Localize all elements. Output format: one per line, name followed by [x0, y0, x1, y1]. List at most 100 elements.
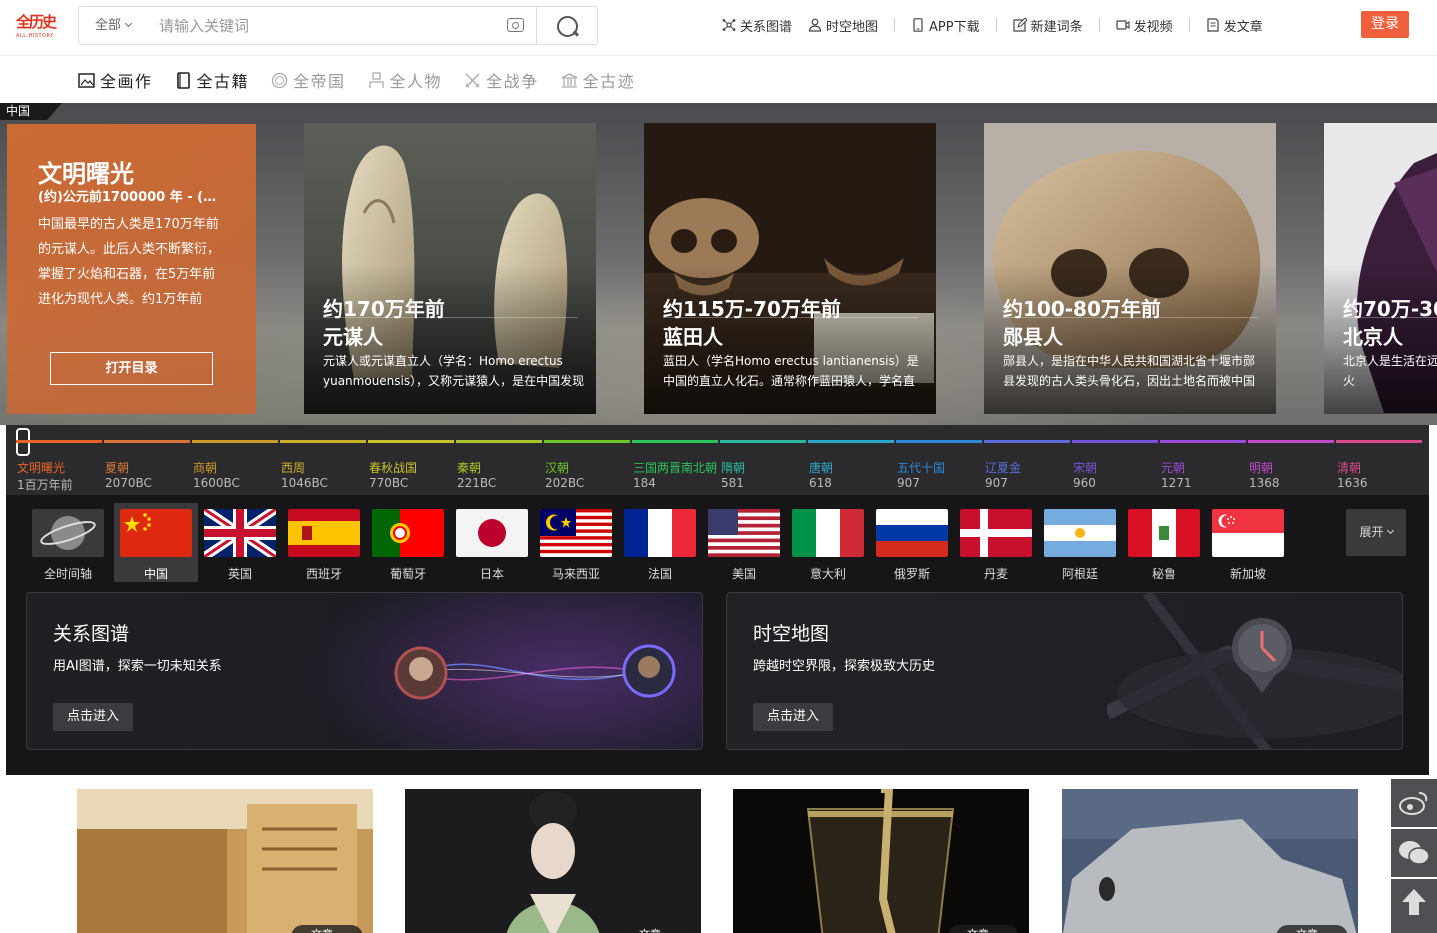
logo-text: 全历史	[16, 13, 57, 31]
map-person-icon	[808, 18, 822, 32]
nav-post-video[interactable]: 发视频	[1116, 16, 1173, 35]
share-weibo-button[interactable]	[1391, 779, 1437, 827]
timeline-segment	[456, 440, 542, 443]
timeline-segment	[632, 440, 718, 443]
country-usa[interactable]: 美国	[702, 503, 786, 582]
country-russia[interactable]: 俄罗斯	[870, 503, 954, 582]
category-monuments[interactable]: 全古迹	[561, 68, 636, 92]
timeline-dynasty-name[interactable]: 宋朝	[1073, 459, 1097, 476]
share-wechat-button[interactable]	[1391, 829, 1437, 877]
timeline-dynasty-name[interactable]: 西周	[281, 459, 305, 476]
timeline-dynasty-year: 2070BC	[105, 476, 152, 490]
timeline-dynasty-name[interactable]: 秦朝	[457, 459, 481, 476]
era-card-lantian[interactable]: 约115万-70万年前 蓝田人 蓝田人（学名Homo erectus lanti…	[644, 123, 936, 414]
era-card-yuanmou[interactable]: 约170万年前 元谋人 元谋人或元谋直立人（学名：Homo erectus yu…	[304, 123, 596, 414]
category-label: 全古迹	[582, 72, 636, 91]
nav-post-article[interactable]: 发文章	[1206, 16, 1263, 35]
timeline-dynasty-name[interactable]: 隋朝	[721, 459, 745, 476]
timeline-segment	[16, 440, 102, 443]
country-spain[interactable]: 西班牙	[282, 503, 366, 582]
timeline-dynasty-name[interactable]: 唐朝	[809, 459, 833, 476]
country-argentina[interactable]: 阿根廷	[1038, 503, 1122, 582]
timeline-dynasty-year: 618	[809, 476, 832, 490]
category-label: 全画作	[100, 72, 153, 91]
search-input[interactable]	[159, 13, 489, 38]
timeline-segment	[1336, 440, 1422, 443]
flag-japan-icon	[456, 509, 528, 557]
country-name: 新加坡	[1229, 567, 1266, 581]
era-card-peking[interactable]: 约70万-30万年前 北京人 北京人是生活在远古时代的直立人，会使用天然火	[1324, 123, 1437, 414]
back-to-top-button[interactable]	[1391, 879, 1437, 933]
search-scope-select[interactable]: 全部	[95, 7, 133, 44]
timeline-segment	[368, 440, 454, 443]
back-to-top-icon	[1402, 889, 1426, 915]
card-name: 郧县人	[1003, 325, 1063, 349]
timeline-segment	[1160, 440, 1246, 443]
timeline-dynasty-name[interactable]: 文明曙光	[17, 459, 65, 476]
country-japan[interactable]: 日本	[450, 503, 534, 582]
category-wars[interactable]: 全战争	[464, 68, 539, 92]
category-people[interactable]: 全人物	[368, 68, 443, 92]
timeline-dynasty-name[interactable]: 汉朝	[545, 459, 569, 476]
category-books[interactable]: 全古籍	[175, 68, 250, 92]
expand-countries-button[interactable]: 展开	[1346, 509, 1406, 556]
country-denmark[interactable]: 丹麦	[954, 503, 1038, 582]
nav-relation-graph[interactable]: 关系图谱	[722, 16, 792, 35]
timeline-dynasty-name[interactable]: 清朝	[1337, 459, 1361, 476]
country-france[interactable]: 法国	[618, 503, 702, 582]
country-italy[interactable]: 意大利	[786, 503, 870, 582]
category-paintings[interactable]: 全画作	[78, 68, 153, 92]
search-divider	[536, 7, 537, 44]
timeline-dynasty-name[interactable]: 春秋战国	[369, 459, 417, 476]
globe-icon	[32, 509, 104, 557]
nav-separator	[894, 18, 896, 32]
site-logo[interactable]: 全历史 ALL HISTORY	[16, 11, 57, 41]
country-name: 秘鲁	[1151, 567, 1176, 581]
article-card[interactable]: 文章	[77, 789, 373, 933]
timeline-dynasty-name[interactable]: 夏朝	[105, 459, 129, 476]
era-description: 中国最早的古人类是170万年前的元谋人。此后人类不断繁衍，掌握了火焰和石器，在5…	[38, 217, 221, 307]
country-peru[interactable]: 秘鲁	[1122, 503, 1206, 582]
country-singapore[interactable]: 新加坡	[1206, 503, 1290, 582]
enter-spacetime-map-button[interactable]: 点击进入	[753, 703, 833, 731]
nav-new-entry[interactable]: 新建词条	[1013, 16, 1083, 35]
article-card[interactable]: 文章	[405, 789, 701, 933]
timeline-dynasty-name[interactable]: 明朝	[1249, 459, 1273, 476]
dynasty-timeline: 文明曙光 1百万年前 夏朝 2070BC 商朝 1600BC 西周 1046BC 春秋战国 770…	[6, 425, 1429, 495]
timeline-dynasty-year: 770BC	[369, 476, 409, 490]
nav-separator	[1098, 18, 1100, 32]
timeline-dynasty-name[interactable]: 五代十国	[897, 459, 945, 476]
card-description: 北京人是生活在远古时代的直立人，会使用天然火	[1343, 354, 1437, 388]
spacetime-map-panel[interactable]: 时空地图 跨越时空界限，探索极致大历史 点击进入	[726, 592, 1403, 750]
era-card-yunxian[interactable]: 约100-80万年前 郧县人 郧县人，是指在中华人民共和国湖北省十堰市郧县发现的…	[984, 123, 1276, 414]
open-catalog-button[interactable]: 打开目录	[50, 352, 213, 385]
search-icon[interactable]	[557, 16, 579, 38]
login-button[interactable]: 登录	[1361, 11, 1409, 38]
timeline-dynasty-name[interactable]: 元朝	[1161, 459, 1185, 476]
country-all-timelines[interactable]: 全时间轴	[26, 503, 110, 582]
timeline-dynasty-name[interactable]: 辽夏金	[985, 459, 1021, 476]
relation-graph-panel[interactable]: 关系图谱 用AI图谱，探索一切未知关系 点击进入	[26, 592, 703, 750]
country-malaysia[interactable]: 马来西亚	[534, 503, 618, 582]
nav-separator	[995, 18, 997, 32]
article-tag: 文章	[1276, 925, 1348, 933]
timeline-dynasty-name[interactable]: 三国两晋南北朝	[633, 459, 717, 476]
country-china[interactable]: 中国	[114, 503, 198, 582]
timeline-dynasty-year: 960	[1073, 476, 1096, 490]
article-card[interactable]: 文章	[1062, 789, 1358, 933]
camera-icon[interactable]	[507, 18, 524, 32]
country-uk[interactable]: 英国	[198, 503, 282, 582]
timeline-segment	[1248, 440, 1334, 443]
enter-relation-graph-button[interactable]: 点击进入	[53, 703, 133, 731]
country-portugal[interactable]: 葡萄牙	[366, 503, 450, 582]
logo-subtext: ALL HISTORY	[16, 33, 54, 39]
timeline-dynasty-year: 184	[633, 476, 656, 490]
article-card[interactable]: 文章	[733, 789, 1029, 933]
flag-portugal-icon	[372, 509, 444, 557]
search-scope-label: 全部	[95, 18, 122, 33]
category-empires[interactable]: 全帝国	[271, 68, 346, 92]
nav-app-download[interactable]: APP下载	[911, 16, 980, 35]
article-tag: 文章	[291, 925, 363, 933]
timeline-dynasty-name[interactable]: 商朝	[193, 459, 217, 476]
nav-spacetime-map[interactable]: 时空地图	[808, 16, 878, 35]
